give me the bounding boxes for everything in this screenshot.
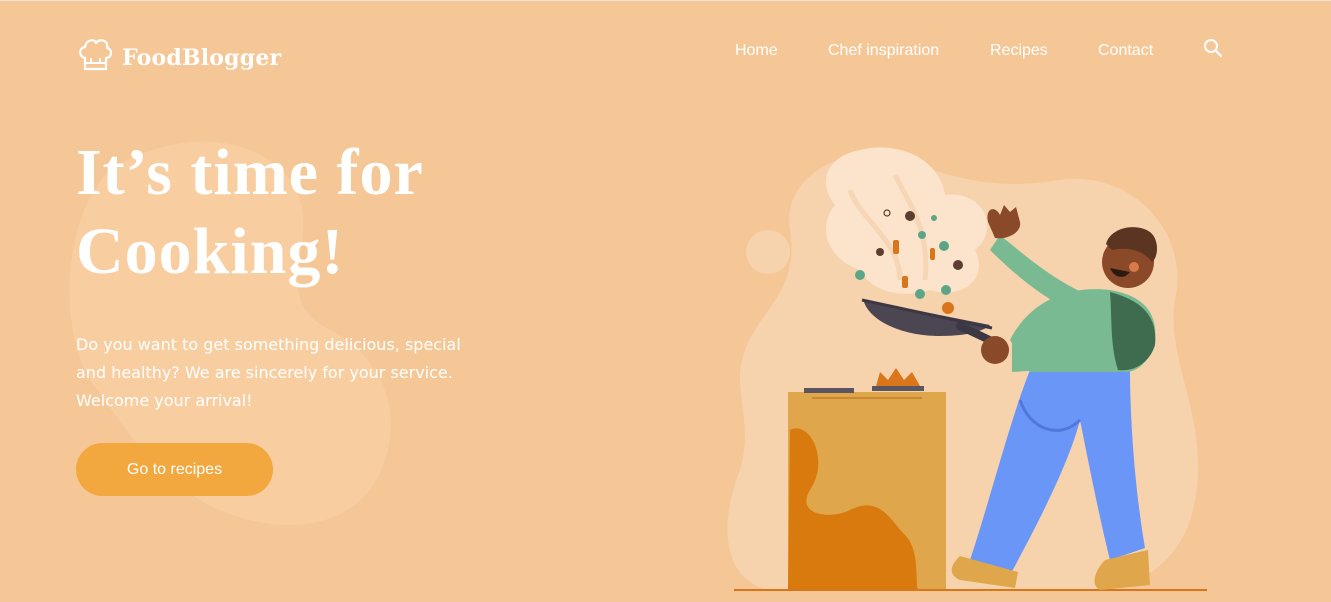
hero-title-line-2: Cooking! bbox=[76, 215, 345, 288]
hero-description: Do you want to get something delicious, … bbox=[76, 331, 476, 415]
hero-description-line-3: Welcome your arrival! bbox=[76, 391, 253, 410]
hero-description-line-1: Do you want to get something delicious, … bbox=[76, 335, 461, 354]
chef-cooking-illustration bbox=[727, 147, 1207, 591]
hero-title-line-1: It’s time for bbox=[76, 136, 424, 209]
nav-chef-inspiration[interactable]: Chef inspiration bbox=[828, 42, 939, 60]
hero-title: It’s time for Cooking! bbox=[76, 133, 424, 291]
search-icon[interactable] bbox=[1203, 38, 1223, 63]
chef-hat-icon bbox=[76, 36, 114, 79]
brand-name: FoodBlogger bbox=[122, 44, 282, 71]
logo[interactable]: FoodBlogger bbox=[76, 36, 281, 79]
hero-description-line-2: and healthy? We are sincerely for your s… bbox=[76, 363, 453, 382]
nav-home[interactable]: Home bbox=[735, 42, 778, 60]
nav-contact[interactable]: Contact bbox=[1098, 42, 1153, 60]
go-to-recipes-button[interactable]: Go to recipes bbox=[76, 443, 273, 496]
nav-recipes[interactable]: Recipes bbox=[990, 42, 1048, 60]
